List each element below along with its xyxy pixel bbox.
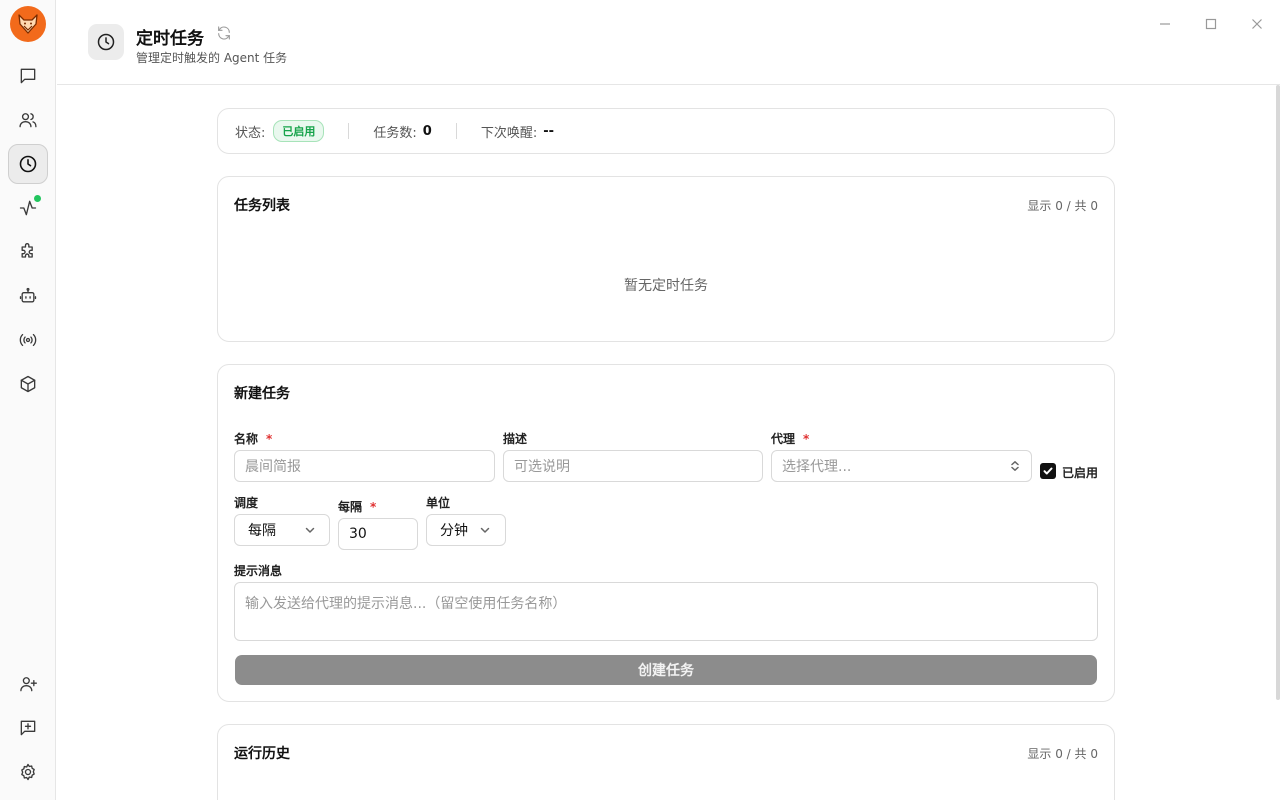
create-task-button[interactable]: 创建任务 [235,655,1097,685]
divider [348,123,350,139]
desc-field-label: 描述 [503,432,528,446]
nav-users[interactable] [8,100,48,140]
task-list-count: 显示 0 / 共 0 [1027,199,1098,213]
description-input[interactable]: 可选说明 [503,450,763,482]
nav-chat[interactable] [8,56,48,96]
task-list-card: 任务列表 显示 0 / 共 0 暂无定时任务 [217,176,1115,342]
window-minimize-button[interactable] [1157,16,1173,32]
name-field-label: 名称 * [234,430,272,447]
chevron-updown-icon [1009,460,1021,476]
page-header: 定时任务 管理定时触发的 Agent 任务 [57,0,1280,85]
nav-settings[interactable] [8,752,48,792]
broadcast-icon [19,333,37,347]
prompt-field-label: 提示消息 [234,564,283,578]
clock-icon [19,155,37,173]
task-count-value: 0 [422,123,432,139]
nav-plugins[interactable] [8,232,48,272]
nav-broadcast[interactable] [8,320,48,360]
unit-field-label: 单位 [426,496,451,510]
required-mark: * [803,432,810,446]
divider [455,123,457,139]
run-history-count: 显示 0 / 共 0 [1027,747,1098,761]
next-wake-label: 下次唤醒: [480,125,538,141]
nav-scheduled-tasks[interactable] [8,144,48,184]
enabled-label: 已启用 [1062,466,1099,480]
name-label-text: 名称 [234,432,259,446]
minimize-icon [1160,23,1170,25]
agent-select[interactable]: 选择代理... [771,450,1032,482]
status-badge: 已启用 [273,120,325,142]
task-count-label: 任务数: [373,125,417,141]
clock-icon [97,33,115,51]
scrollbar-thumb[interactable] [1276,85,1280,700]
interval-field-label: 每隔 * [338,498,376,515]
prompt-textarea[interactable]: 输入发送给代理的提示消息...（留空使用任务名称） [234,582,1098,641]
close-icon [1252,19,1262,29]
agent-select-value: 选择代理... [782,459,852,475]
users-icon [19,113,37,128]
nav-activity[interactable] [8,188,48,228]
window-maximize-button[interactable] [1203,16,1219,32]
nav-bots[interactable] [8,276,48,316]
new-task-card: 新建任务 名称 * 描述 代理 * 晨间简报 可选说明 选择代理... 已启用 调度… [217,364,1115,702]
nav-packages[interactable] [8,364,48,404]
agent-field-label: 代理 * [771,430,809,447]
status-bar: 状态: 已启用 任务数: 0 下次唤醒: -- [217,108,1115,154]
refresh-icon [218,26,230,40]
message-plus-icon [20,720,36,736]
interval-label-text: 每隔 [338,500,363,514]
schedule-select[interactable]: 每隔 [234,514,330,546]
puzzle-icon [21,243,33,258]
required-mark: * [266,432,273,446]
schedule-field-label: 调度 [234,496,259,510]
gear-icon [21,763,35,781]
unit-select-value: 分钟 [440,523,468,539]
enabled-checkbox[interactable] [1040,463,1056,479]
window-close-button[interactable] [1249,16,1265,32]
fox-logo-icon [18,14,38,34]
page-subtitle: 管理定时触发的 Agent 任务 [136,51,288,65]
app-logo[interactable] [10,6,46,42]
maximize-icon [1205,18,1217,30]
nav-new-message[interactable] [8,708,48,748]
empty-state-text: 暂无定时任务 [624,278,708,294]
schedule-select-value: 每隔 [248,523,276,539]
chevron-down-icon [304,524,316,540]
user-plus-icon [20,677,37,692]
bot-icon [19,287,37,303]
run-history-card: 运行历史 显示 0 / 共 0 [217,724,1115,800]
agent-label-text: 代理 [771,432,796,446]
name-input[interactable]: 晨间简报 [234,450,495,482]
package-icon [20,375,36,393]
new-task-title: 新建任务 [234,386,290,402]
sidebar [0,0,56,800]
chevron-down-icon [479,524,491,540]
task-list-title: 任务列表 [234,198,290,214]
header-icon-tile [88,24,124,60]
status-dot [34,195,41,202]
page-title: 定时任务 [136,29,204,49]
required-mark: * [370,500,377,514]
refresh-button[interactable] [216,25,234,43]
nav-add-user[interactable] [8,664,48,704]
run-history-title: 运行历史 [234,746,290,762]
chat-icon [20,68,36,84]
next-wake-value: -- [543,123,555,139]
check-icon [1043,467,1053,475]
status-label: 状态: [235,125,266,141]
unit-select[interactable]: 分钟 [426,514,506,546]
interval-input[interactable]: 30 [338,518,418,550]
